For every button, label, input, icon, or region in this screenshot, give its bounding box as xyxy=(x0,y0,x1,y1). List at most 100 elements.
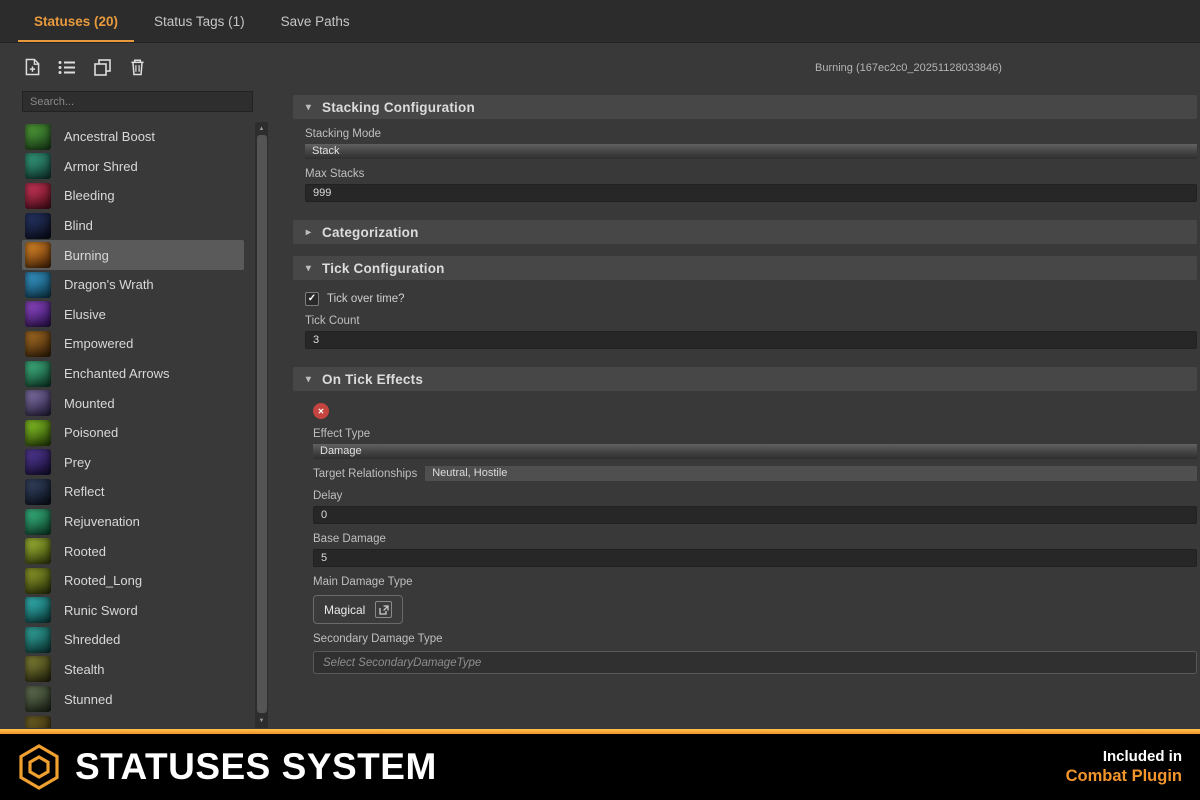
tick-section-header[interactable]: Tick Configuration xyxy=(293,256,1197,280)
search-input[interactable] xyxy=(22,91,253,112)
delete-button[interactable] xyxy=(127,57,147,77)
list-item-label: Enchanted Arrows xyxy=(64,366,170,381)
base-damage-input[interactable] xyxy=(313,549,1197,567)
list-item[interactable]: Rooted xyxy=(22,536,244,566)
section-title: Stacking Configuration xyxy=(322,100,475,115)
tick-over-time-checkbox[interactable] xyxy=(305,292,319,306)
status-icon xyxy=(25,686,51,712)
list-item[interactable]: Enchanted Arrows xyxy=(22,359,244,389)
status-icon xyxy=(25,124,51,150)
main-damage-type-label: Main Damage Type xyxy=(313,576,1197,588)
list-item[interactable]: Shredded xyxy=(22,625,244,655)
tab-status-tags-1[interactable]: Status Tags (1) xyxy=(136,0,263,42)
effect-type-dropdown[interactable]: Damage xyxy=(313,444,1197,459)
status-icon xyxy=(25,242,51,268)
list-item[interactable]: Reflect xyxy=(22,477,244,507)
target-relationships-label: Target Relationships xyxy=(313,468,417,480)
list-item-label: Poisoned xyxy=(64,425,118,440)
status-icon xyxy=(25,153,51,179)
list-item-label: Shredded xyxy=(64,632,120,647)
list-view-button[interactable] xyxy=(57,57,77,77)
max-stacks-input[interactable] xyxy=(305,184,1197,202)
tab-statuses-20[interactable]: Statuses (20) xyxy=(16,0,136,42)
status-icon xyxy=(25,331,51,357)
status-icon xyxy=(25,272,51,298)
categorization-section-header[interactable]: Categorization xyxy=(293,220,1197,244)
status-list: Ancestral Boost Armor ShredBleeding Blind B… xyxy=(22,122,244,728)
scroll-up-icon[interactable] xyxy=(255,124,268,134)
on-tick-section-header[interactable]: On Tick Effects xyxy=(293,367,1197,391)
secondary-damage-type-label: Secondary Damage Type xyxy=(313,633,1197,645)
status-icon xyxy=(25,361,51,387)
tick-count-input[interactable] xyxy=(305,331,1197,349)
list-item[interactable]: Rooted_Long xyxy=(22,566,244,596)
list-item-label: Prey xyxy=(64,455,91,470)
tick-count-label: Tick Count xyxy=(305,315,1197,327)
list-item[interactable]: Burning xyxy=(22,240,244,270)
status-icon xyxy=(25,390,51,416)
section-title: On Tick Effects xyxy=(322,372,423,387)
list-item-label: Elusive xyxy=(64,307,106,322)
list-item-label: Runic Sword xyxy=(64,603,138,618)
list-item[interactable] xyxy=(22,714,244,728)
remove-effect-button[interactable] xyxy=(313,403,329,419)
new-status-button[interactable] xyxy=(22,57,42,77)
list-item[interactable]: Bleeding xyxy=(22,181,244,211)
list-item[interactable]: Mounted xyxy=(22,388,244,418)
list-item[interactable]: Ancestral Boost xyxy=(22,122,244,152)
status-icon xyxy=(25,509,51,535)
target-relationships-row: Target Relationships Neutral, Hostile xyxy=(313,466,1197,481)
bottom-banner: STATUSES SYSTEM Included in Combat Plugi… xyxy=(0,734,1200,800)
list-item-label: Rooted_Long xyxy=(64,573,142,588)
status-icon xyxy=(25,627,51,653)
delay-input[interactable] xyxy=(313,506,1197,524)
list-item[interactable]: Elusive xyxy=(22,300,244,330)
stacking-mode-dropdown[interactable]: Stack xyxy=(305,144,1197,159)
list-item[interactable]: Prey xyxy=(22,448,244,478)
duplicate-button[interactable] xyxy=(92,57,112,77)
list-item[interactable]: Empowered xyxy=(22,329,244,359)
effect-type-label: Effect Type xyxy=(313,428,1197,440)
section-on-tick-effects: On Tick Effects Effect Type Damage Targe… xyxy=(293,367,1197,674)
list-item[interactable]: Runic Sword xyxy=(22,596,244,626)
main-damage-type-button[interactable]: Magical xyxy=(313,595,403,624)
tab-save-paths[interactable]: Save Paths xyxy=(263,0,368,42)
list-item[interactable]: Armor Shred xyxy=(22,152,244,182)
inspector-sections: Stacking Configuration Stacking Mode Sta… xyxy=(293,95,1197,686)
status-icon xyxy=(25,656,51,682)
section-title: Categorization xyxy=(322,225,419,240)
list-item-label: Burning xyxy=(64,248,109,263)
status-icon xyxy=(25,449,51,475)
included-in-text: Included in xyxy=(1066,747,1182,767)
delay-label: Delay xyxy=(313,490,1197,502)
status-icon xyxy=(25,420,51,446)
list-item-label: Blind xyxy=(64,218,93,233)
list-item[interactable]: Rejuvenation xyxy=(22,507,244,537)
list-item[interactable]: Stunned xyxy=(22,684,244,714)
list-item-label: Rooted xyxy=(64,544,106,559)
target-relationships-value[interactable]: Neutral, Hostile xyxy=(425,466,1197,481)
status-icon xyxy=(25,183,51,209)
list-item[interactable]: Dragon's Wrath xyxy=(22,270,244,300)
list-item-label: Stunned xyxy=(64,692,112,707)
status-icon xyxy=(25,213,51,239)
list-item[interactable]: Blind xyxy=(22,211,244,241)
scroll-down-icon[interactable] xyxy=(255,716,268,726)
list-item-label: Ancestral Boost xyxy=(64,129,155,144)
main-damage-type-value: Magical xyxy=(324,603,365,617)
open-external-icon[interactable] xyxy=(375,601,392,618)
max-stacks-label: Max Stacks xyxy=(305,168,1197,180)
collapse-arrow-icon xyxy=(304,263,313,274)
section-stacking-configuration: Stacking Configuration Stacking Mode Sta… xyxy=(293,95,1197,208)
list-item[interactable]: Poisoned xyxy=(22,418,244,448)
sidebar-toolbar xyxy=(22,57,270,77)
scrollbar-thumb[interactable] xyxy=(257,135,267,713)
tick-over-time-row: Tick over time? xyxy=(305,292,1197,306)
list-item[interactable]: Stealth xyxy=(22,655,244,685)
stacking-section-header[interactable]: Stacking Configuration xyxy=(293,95,1197,119)
collapse-arrow-icon xyxy=(304,102,313,113)
list-scrollbar[interactable] xyxy=(255,122,268,728)
sidebar: Ancestral Boost Armor ShredBleeding Blind B… xyxy=(0,43,270,729)
effect-entry: Effect Type Damage Target Relationships … xyxy=(313,403,1197,674)
secondary-damage-type-input[interactable] xyxy=(313,651,1197,674)
